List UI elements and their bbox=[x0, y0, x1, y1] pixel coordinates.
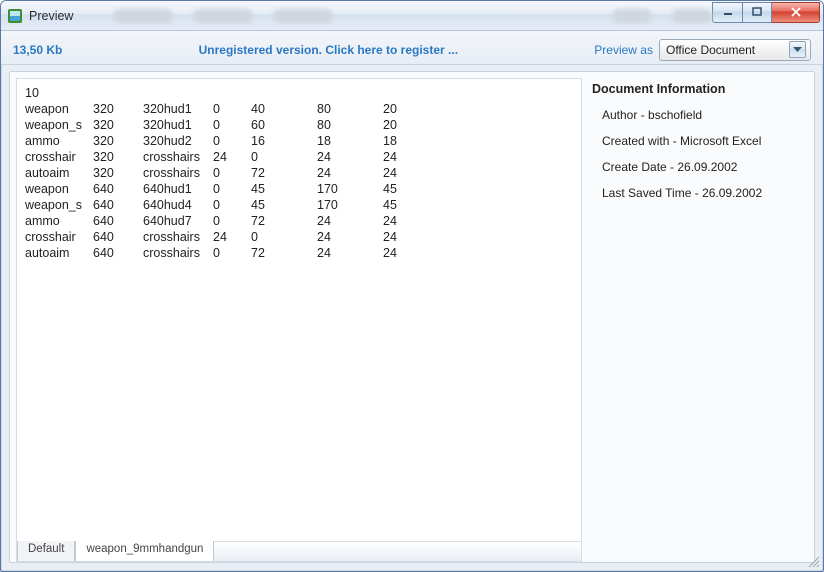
preview-as-dropdown[interactable]: Office Document bbox=[659, 39, 811, 61]
sheet-header-count: 10 bbox=[25, 85, 573, 101]
resize-grip-icon[interactable] bbox=[806, 554, 820, 568]
file-size: 13,50 Kb bbox=[13, 43, 62, 57]
preview-as-label: Preview as bbox=[594, 43, 653, 57]
table-row: ammo320320hud20161818 bbox=[25, 133, 573, 149]
table-row: weapon640640hud104517045 bbox=[25, 181, 573, 197]
sheet-tabs: Defaultweapon_9mmhandgun bbox=[16, 541, 582, 562]
close-button[interactable] bbox=[772, 2, 820, 23]
window-controls bbox=[712, 2, 820, 23]
docinfo-create-date: Create Date - 26.09.2002 bbox=[602, 160, 804, 174]
preview-as-value: Office Document bbox=[666, 43, 755, 57]
docinfo-created-with: Created with - Microsoft Excel bbox=[602, 134, 804, 148]
sheet-tab[interactable]: Default bbox=[17, 541, 75, 561]
sheet-tab[interactable]: weapon_9mmhandgun bbox=[75, 541, 214, 561]
preview-window: Preview 13,50 Kb Unregistered version. C… bbox=[0, 0, 824, 572]
sheet-body[interactable]: 10 weapon320320hud10408020weapon_s320320… bbox=[16, 78, 582, 541]
minimize-button[interactable] bbox=[712, 2, 742, 23]
docinfo-author: Author - bschofield bbox=[602, 108, 804, 122]
maximize-button[interactable] bbox=[742, 2, 772, 23]
toolbar: 13,50 Kb Unregistered version. Click her… bbox=[1, 31, 823, 65]
chevron-down-icon bbox=[789, 41, 806, 58]
table-row: ammo640640hud70722424 bbox=[25, 213, 573, 229]
tabs-filler bbox=[214, 541, 581, 561]
table-row: weapon320320hud10408020 bbox=[25, 101, 573, 117]
table-row: crosshair320crosshairs2402424 bbox=[25, 149, 573, 165]
preview-as-group: Preview as Office Document bbox=[594, 39, 811, 61]
table-row: weapon_s320320hud10608020 bbox=[25, 117, 573, 133]
register-link[interactable]: Unregistered version. Click here to regi… bbox=[199, 43, 458, 57]
docinfo-heading: Document Information bbox=[592, 82, 804, 96]
blurred-background-tabs bbox=[73, 9, 712, 23]
content-pane: 10 weapon320320hud10408020weapon_s320320… bbox=[9, 71, 815, 563]
table-row: autoaim320crosshairs0722424 bbox=[25, 165, 573, 181]
app-icon bbox=[7, 8, 23, 24]
sheet-area: 10 weapon320320hud10408020weapon_s320320… bbox=[10, 72, 582, 562]
docinfo-last-saved: Last Saved Time - 26.09.2002 bbox=[602, 186, 804, 200]
window-title: Preview bbox=[29, 9, 73, 23]
titlebar[interactable]: Preview bbox=[1, 1, 823, 31]
table-row: crosshair640crosshairs2402424 bbox=[25, 229, 573, 245]
document-information-panel: Document Information Author - bschofield… bbox=[582, 72, 814, 562]
table-row: autoaim640crosshairs0722424 bbox=[25, 245, 573, 261]
table-row: weapon_s640640hud404517045 bbox=[25, 197, 573, 213]
